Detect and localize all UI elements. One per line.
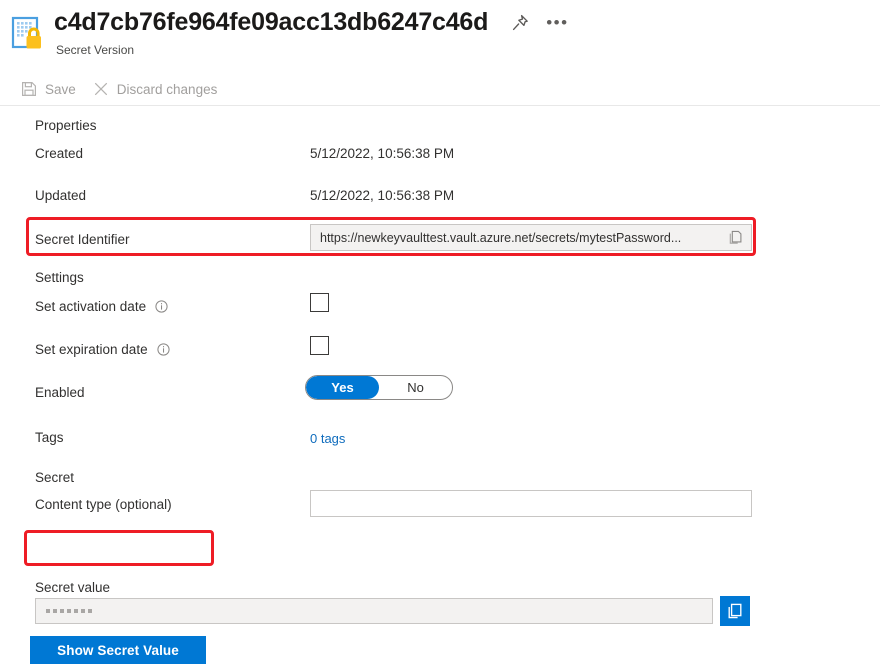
secret-identifier-label: Secret Identifier [35, 232, 130, 247]
secret-identifier-value: https://newkeyvaulttest.vault.azure.net/… [320, 230, 682, 245]
tags-label: Tags [35, 430, 64, 445]
pin-icon[interactable] [510, 13, 530, 33]
enabled-label: Enabled [35, 385, 85, 400]
toolbar-divider [0, 105, 880, 106]
secret-certificate-icon [10, 15, 48, 53]
discard-changes-button[interactable]: Discard changes [92, 74, 218, 104]
content-type-label: Content type (optional) [35, 497, 172, 512]
copy-icon[interactable] [728, 229, 745, 246]
tags-count-link[interactable]: 0 tags [310, 431, 345, 446]
set-expiration-date-text: Set expiration date [35, 342, 148, 357]
set-activation-date-label: Set activation date [35, 299, 168, 314]
page-header: c4d7cb76fe964fe09acc13db6247c46d ••• Sec… [0, 0, 880, 68]
save-label: Save [45, 81, 76, 97]
content-type-input[interactable] [310, 490, 752, 517]
secret-section-heading: Secret [35, 470, 75, 485]
enabled-toggle[interactable]: Yes No [305, 375, 453, 400]
show-secret-value-button[interactable]: Show Secret Value [30, 636, 206, 664]
page-subtitle: Secret Version [56, 43, 135, 57]
enabled-toggle-yes[interactable]: Yes [306, 376, 379, 399]
copy-secret-value-button[interactable] [720, 596, 750, 626]
discard-label: Discard changes [116, 81, 218, 97]
copy-icon [728, 603, 742, 619]
secret-value-label: Secret value [35, 580, 111, 595]
set-expiration-date-checkbox[interactable] [310, 336, 329, 355]
close-x-icon [92, 80, 110, 98]
ellipsis-icon[interactable]: ••• [546, 14, 568, 31]
secret-value-field[interactable] [35, 598, 713, 624]
enabled-toggle-no[interactable]: No [379, 376, 452, 399]
command-bar: Save Discard changes [0, 74, 880, 104]
created-label: Created [35, 146, 84, 161]
info-icon[interactable] [155, 300, 168, 313]
settings-section-heading: Settings [35, 270, 84, 285]
tags-link-wrapper: 0 tags [310, 431, 345, 446]
updated-value: 5/12/2022, 10:56:38 PM [310, 188, 455, 203]
highlight-show-secret-value [24, 530, 214, 566]
save-floppy-icon [20, 80, 38, 98]
set-activation-date-checkbox[interactable] [310, 293, 329, 312]
secret-identifier-field[interactable]: https://newkeyvaulttest.vault.azure.net/… [310, 224, 752, 251]
info-icon[interactable] [156, 343, 170, 356]
updated-label: Updated [35, 188, 87, 203]
created-value: 5/12/2022, 10:56:38 PM [310, 146, 455, 161]
title-row: c4d7cb76fe964fe09acc13db6247c46d ••• [54, 8, 569, 37]
set-expiration-date-label: Set expiration date [35, 342, 170, 357]
masked-secret-dots [46, 609, 92, 613]
save-button[interactable]: Save [20, 74, 76, 104]
page-title: c4d7cb76fe964fe09acc13db6247c46d [54, 8, 489, 36]
properties-section-heading: Properties [35, 118, 97, 133]
set-activation-date-text: Set activation date [35, 299, 147, 314]
